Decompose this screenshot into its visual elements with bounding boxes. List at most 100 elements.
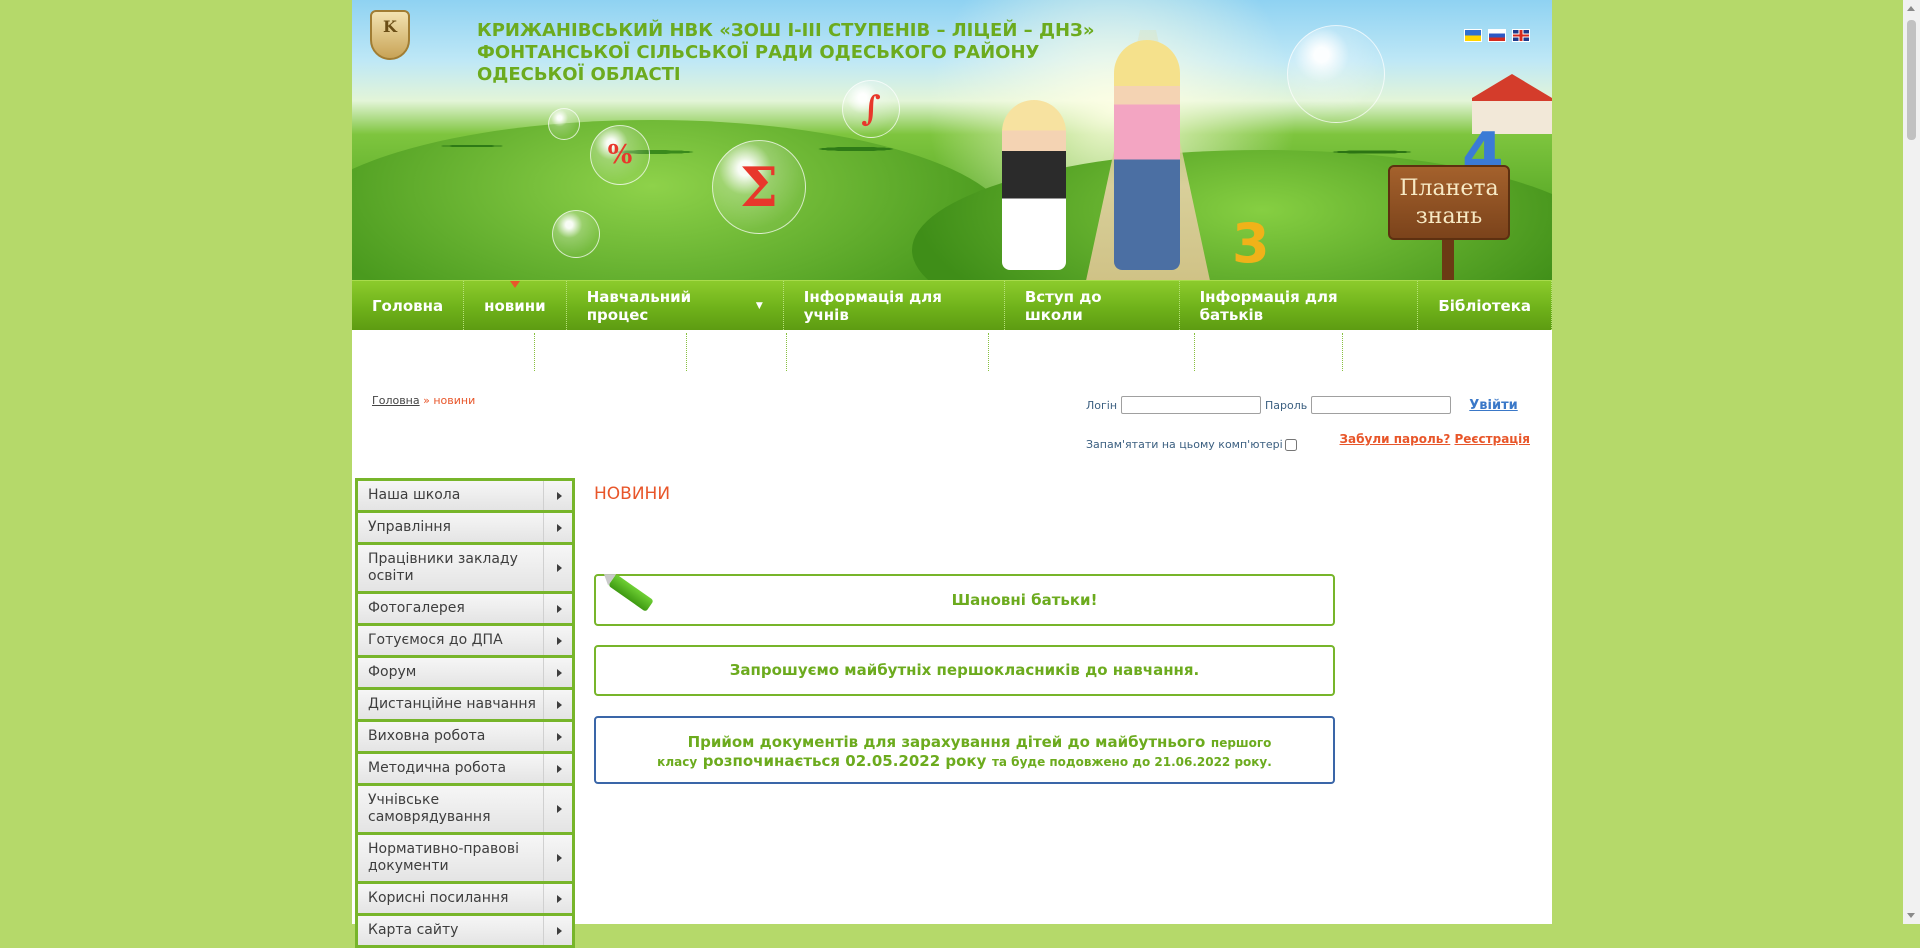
scroll-down-icon[interactable] xyxy=(1907,913,1915,918)
divider xyxy=(543,594,544,623)
sidebar-item-exam-prep[interactable]: Готуємося до ДПА xyxy=(355,626,575,658)
divider xyxy=(1194,333,1195,371)
planet-of-knowledge-sign: Планета знань xyxy=(1388,165,1510,240)
header-banner: % Σ ∫ 3 4 Планета знань K КРИЖАНІВСЬКИЙ … xyxy=(352,0,1552,280)
page-scrollbar[interactable] xyxy=(1903,0,1920,924)
breadcrumb-separator: » xyxy=(423,394,430,407)
nav-item-students-info[interactable]: Інформація для учнів xyxy=(784,281,1005,330)
nav-item-learning-process[interactable]: Навчальний процес ▼ xyxy=(567,281,784,330)
sidebar-item-distance-learning[interactable]: Дистанційне навчання xyxy=(355,690,575,722)
sidebar-item-staff[interactable]: Працівники закладу освіти xyxy=(355,545,575,594)
breadcrumb-home-link[interactable]: Головна xyxy=(372,394,420,407)
sidebar-item-label: Нормативно-правові документи xyxy=(368,841,519,874)
nav-item-home[interactable]: Головна xyxy=(352,281,465,330)
digit-3-illustration: 3 xyxy=(1232,212,1270,275)
nav-item-label: Інформація для батьків xyxy=(1199,287,1338,324)
forgot-password-link[interactable]: Забули пароль? xyxy=(1340,432,1451,446)
chevron-right-icon xyxy=(557,926,562,935)
divider xyxy=(988,333,989,371)
divider xyxy=(543,722,544,751)
logo-letter: K xyxy=(383,17,397,36)
nav-item-parents-info[interactable]: Інформація для батьків xyxy=(1180,281,1419,330)
sidebar-item-label: Готуємося до ДПА xyxy=(368,632,503,648)
news-item[interactable]: Прийом документів для зарахування дітей … xyxy=(594,716,1335,784)
divider xyxy=(543,884,544,913)
divider xyxy=(786,333,787,371)
girl-illustration xyxy=(1114,40,1180,270)
sidebar-item-our-school[interactable]: Наша школа xyxy=(355,478,575,513)
bubble-sigma: Σ xyxy=(712,140,806,234)
bubble-integral-symbol: ∫ xyxy=(861,89,881,129)
tree-line xyxy=(352,110,1552,170)
account-links: Забули пароль? Реєстрація xyxy=(1340,432,1530,446)
sidebar-item-educational-work[interactable]: Виховна робота xyxy=(355,722,575,754)
news-text-line-2: класу розпочинається 02.05.2022 року та … xyxy=(596,752,1333,771)
nav-item-label: Інформація для учнів xyxy=(803,287,942,324)
password-input[interactable] xyxy=(1311,396,1452,414)
sidebar-item-methodical-work[interactable]: Методична робота xyxy=(355,754,575,786)
news-text-line-1: Прийом документів для зарахування дітей … xyxy=(596,733,1333,752)
remember-checkbox[interactable] xyxy=(1284,438,1297,451)
login-row: Логін Пароль Увійти xyxy=(1086,396,1546,414)
page: % Σ ∫ 3 4 Планета знань K КРИЖАНІВСЬКИЙ … xyxy=(352,0,1552,948)
sidebar-item-label: Карта сайту xyxy=(368,922,459,938)
bubble-percent-symbol: % xyxy=(607,140,633,170)
nav-item-label: Бібліотека xyxy=(1438,296,1531,315)
flag-ukraine-icon[interactable] xyxy=(1464,29,1482,42)
chevron-right-icon xyxy=(557,636,562,645)
news-text-big: Прийом документів для зарахування дітей … xyxy=(687,733,1206,751)
flag-uk-icon[interactable] xyxy=(1512,29,1530,42)
news-item[interactable]: Запрошуємо майбутніх першокласників до н… xyxy=(594,645,1335,696)
register-link[interactable]: Реєстрація xyxy=(1454,432,1530,446)
sidebar-item-label: Учнівське самоврядування xyxy=(368,792,491,825)
scroll-up-icon[interactable] xyxy=(1907,6,1915,11)
bubble-percent: % xyxy=(590,125,650,185)
chevron-right-icon xyxy=(557,700,562,709)
news-text-big: розпочинається 02.05.2022 року xyxy=(702,752,987,770)
site-title: КРИЖАНІВСЬКИЙ НВК «ЗОШ І-ІІІ СТУПЕНІВ – … xyxy=(477,20,1095,85)
divider xyxy=(543,786,544,832)
news-text: Шановні батьки! xyxy=(951,591,1098,609)
news-item[interactable]: Шановні батьки! xyxy=(594,574,1335,626)
nav-item-news[interactable]: новини xyxy=(464,281,567,330)
bubble-small xyxy=(552,210,600,258)
divider xyxy=(686,333,687,371)
news-text-small: першого xyxy=(1210,736,1272,750)
sidebar-item-management[interactable]: Управління xyxy=(355,513,575,545)
chevron-right-icon xyxy=(557,564,562,572)
school-logo-icon[interactable]: K xyxy=(370,10,410,60)
divider xyxy=(543,754,544,783)
divider xyxy=(543,916,544,945)
breadcrumb-current: новини xyxy=(433,394,476,407)
chevron-right-icon xyxy=(557,764,562,773)
sidebar-item-regulations[interactable]: Нормативно-правові документи xyxy=(355,835,575,884)
sidebar-item-sitemap[interactable]: Карта сайту xyxy=(355,916,575,948)
chevron-down-icon: ▼ xyxy=(755,300,763,311)
divider xyxy=(543,481,544,510)
sidebar-item-useful-links[interactable]: Корисні посилання xyxy=(355,884,575,916)
sidebar-item-student-government[interactable]: Учнівське самоврядування xyxy=(355,786,575,835)
divider xyxy=(543,690,544,719)
scroll-thumb[interactable] xyxy=(1907,20,1916,140)
sidebar-item-label: Дистанційне навчання xyxy=(368,696,536,712)
chevron-right-icon xyxy=(557,523,562,532)
nav-item-admission[interactable]: Вступ до школи xyxy=(1005,281,1180,330)
chevron-right-icon xyxy=(557,854,562,862)
divider xyxy=(1342,333,1343,371)
subnav-bar xyxy=(352,330,1552,374)
divider xyxy=(543,835,544,881)
sign-line-1: Планета xyxy=(1399,176,1499,201)
flag-russia-icon[interactable] xyxy=(1488,29,1506,42)
sidebar-item-photo-gallery[interactable]: Фотогалерея xyxy=(355,594,575,626)
nav-item-library[interactable]: Бібліотека xyxy=(1418,281,1552,330)
sidebar-item-forum[interactable]: Форум xyxy=(355,658,575,690)
sidebar-item-label: Наша школа xyxy=(368,487,461,503)
nav-item-label: новини xyxy=(484,296,546,315)
news-text-small: класу xyxy=(657,755,698,769)
divider xyxy=(543,545,544,591)
sidebar-menu: Наша школа Управління Працівники закладу… xyxy=(355,478,575,948)
login-button[interactable]: Увійти xyxy=(1469,398,1517,413)
login-input[interactable] xyxy=(1121,396,1262,414)
sign-line-2: знань xyxy=(1415,204,1483,229)
bubble-large xyxy=(1287,25,1385,123)
